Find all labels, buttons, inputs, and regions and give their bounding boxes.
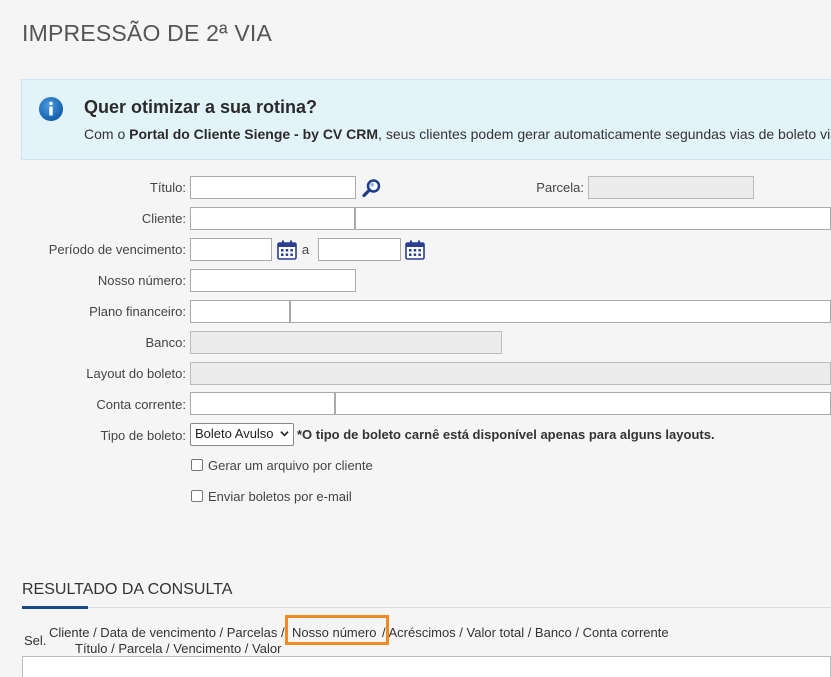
parcela-label: Parcela: [536,180,584,195]
tipo-note: *O tipo de boleto carnê está disponível … [297,427,715,442]
parcela-input[interactable] [588,176,754,199]
info-icon [39,97,63,121]
result-title-underline [22,606,88,609]
chevron-down-icon [280,431,289,437]
layout-label: Layout do boleto: [86,366,186,381]
column-header-sub: Título / Parcela / Vencimento / Valor [75,641,282,656]
gerar-arquivo-label: Gerar um arquivo por cliente [208,458,373,473]
nosso-numero-input[interactable] [190,269,356,292]
tipo-label: Tipo de boleto: [100,428,186,443]
result-divider [22,607,831,608]
conta-code-input[interactable] [190,392,335,415]
info-text-before: Com o [84,126,130,142]
titulo-input[interactable] [190,176,356,199]
tipo-boleto-select[interactable]: Boleto Avulso [190,423,294,446]
layout-input[interactable] [190,362,831,385]
info-banner [21,79,831,160]
page-title: IMPRESSÃO DE 2ª VIA [22,20,273,46]
plano-label: Plano financeiro: [89,304,186,319]
gerar-arquivo-checkbox[interactable] [191,459,203,471]
result-title: RESULTADO DA CONSULTA [22,581,233,598]
column-header-part2: / Acréscimos / Valor total / Banco / Con… [382,625,669,640]
cliente-code-input[interactable] [190,207,355,230]
periodo-end-input[interactable] [318,238,401,261]
cliente-name-input[interactable] [355,207,831,230]
sel-column-header[interactable]: Sel. [24,633,46,648]
column-header-part1: Cliente / Data de vencimento / Parcelas … [49,625,285,640]
highlight-box [285,615,389,645]
search-icon[interactable] [361,177,383,199]
periodo-start-input[interactable] [190,238,272,261]
calendar-icon[interactable] [276,239,298,261]
enviar-email-checkbox[interactable] [191,490,203,502]
info-text: Com o Portal do Cliente Sienge - by CV C… [84,126,831,142]
plano-code-input[interactable] [190,300,290,323]
results-table [22,656,831,677]
cliente-label: Cliente: [141,211,186,226]
nosso-numero-label: Nosso número: [97,273,186,288]
portal-link-text: Portal do Cliente Sienge - by CV CRM [129,126,379,142]
periodo-label: Período de vencimento: [48,242,186,257]
banco-input[interactable] [190,331,502,354]
titulo-label: Título: [149,180,186,195]
banco-label: Banco: [145,335,186,350]
conta-label: Conta corrente: [96,397,186,412]
enviar-email-label: Enviar boletos por e-mail [208,489,352,504]
info-text-after: , seus clientes podem gerar automaticame… [378,126,831,142]
conta-name-input[interactable] [335,392,831,415]
tipo-boleto-value: Boleto Avulso [195,426,274,441]
plano-name-input[interactable] [290,300,831,323]
periodo-sep: a [301,242,310,257]
info-heading: Quer otimizar a sua rotina? [84,97,318,117]
calendar-icon[interactable] [404,239,426,261]
